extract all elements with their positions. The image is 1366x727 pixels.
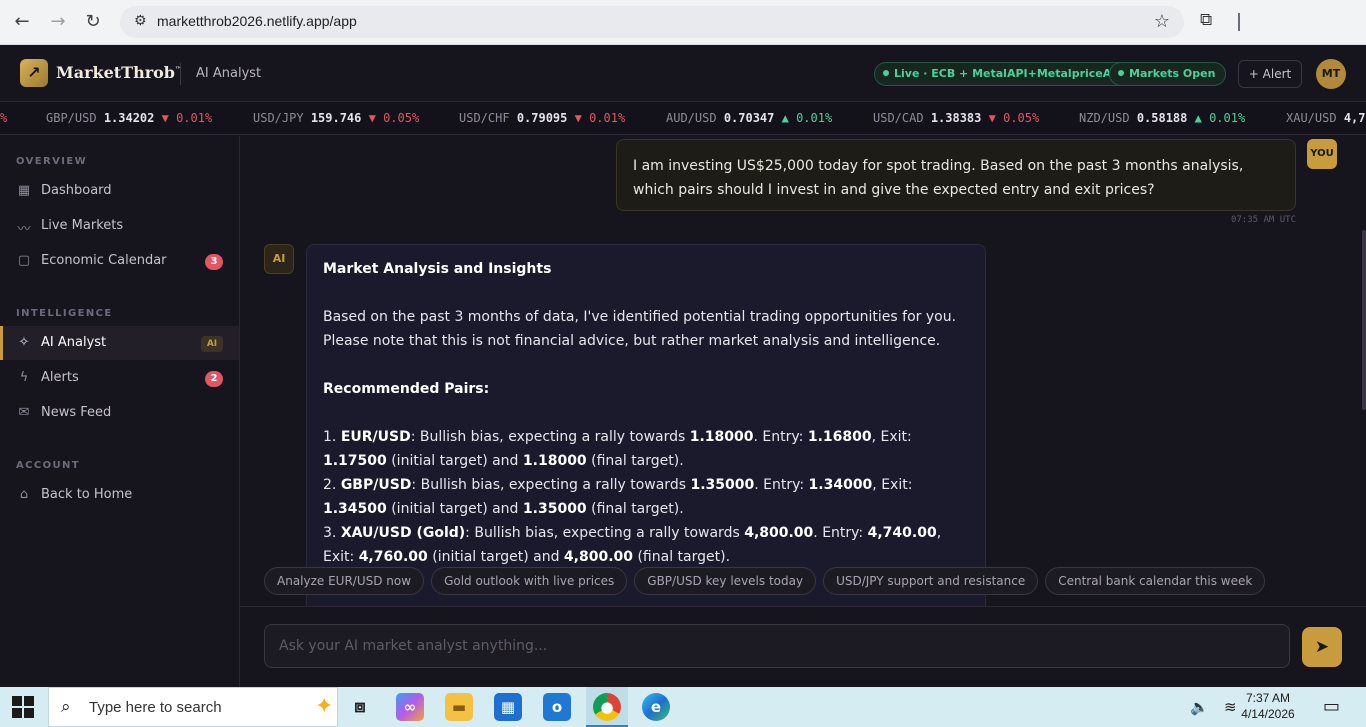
chrome-icon[interactable]: ●: [593, 693, 621, 721]
search-highlight-sparkle-icon: ✦: [315, 694, 334, 719]
calendar-icon: ▢: [17, 253, 31, 268]
suggestion-chips: Analyze EUR/USD now Gold outlook with liv…: [264, 567, 1272, 595]
ticker-item: USD/CHF 0.79095 ▼ 0.01%: [459, 111, 626, 125]
chat-thread[interactable]: I am investing US$25,000 today for spot …: [240, 136, 1366, 606]
live-status-badge: Live · ECB + MetalAPI+MetalpriceAPI: [874, 62, 1135, 86]
sidebar-item-alerts[interactable]: ϟ Alerts 2: [0, 361, 239, 395]
ticker-item: AUD/USD 0.70347 ▲ 0.01%: [666, 111, 833, 125]
app-header: ↗ MarketThrob™ AI Analyst Live · ECB + M…: [0, 46, 1366, 102]
sparkle-icon: ✧: [18, 335, 30, 350]
message-timestamp: 07:35 AM UTC: [1230, 215, 1296, 225]
ticker-item: %: [0, 111, 8, 125]
notification-icon[interactable]: ▭: [1323, 696, 1340, 717]
back-arrow-icon[interactable]: ←: [10, 10, 34, 34]
count-badge: 2: [205, 371, 223, 387]
header-divider: [180, 63, 181, 85]
browser-toolbar: ← → ↻ ⚙ marketthrob2026.netlify.app/app …: [0, 0, 1366, 45]
copilot-icon[interactable]: ∞: [396, 693, 424, 721]
user-badge: YOU: [1307, 139, 1337, 169]
ticker-item: GBP/USD 1.34202 ▼ 0.01%: [46, 111, 213, 125]
taskbar-search[interactable]: ⌕ Type here to search ✦: [48, 687, 338, 727]
extensions-icon[interactable]: ⧉: [1200, 10, 1212, 30]
recommendation-item: 2. GBP/USD: Bullish bias, expecting a ra…: [323, 477, 913, 517]
suggestion-chip[interactable]: Analyze EUR/USD now: [264, 567, 425, 595]
logo-chart-icon[interactable]: ↗: [20, 59, 48, 87]
recommendation-item: 3. XAU/USD (Gold): Bullish bias, expecti…: [323, 525, 942, 565]
ticker-item: USD/CAD 1.38383 ▼ 0.05%: [873, 111, 1040, 125]
search-icon: ⌕: [61, 697, 71, 717]
clock-time: 7:37 AM: [1245, 691, 1291, 705]
site-settings-icon[interactable]: ⚙: [134, 13, 147, 29]
windows-taskbar: ⌕ Type here to search ✦ ⧈ ∞ ▬ ▦ o ● e 🔈 …: [0, 687, 1366, 727]
ticker-item: XAU/USD 4,7: [1286, 111, 1366, 125]
suggestion-chip[interactable]: Central bank calendar this week: [1045, 567, 1266, 595]
toolbar-divider: [1238, 13, 1240, 31]
trend-line-icon: 〰: [17, 222, 31, 237]
sidebar-item-label: AI Analyst: [41, 335, 107, 350]
outlook-icon[interactable]: o: [543, 693, 571, 721]
ai-message: Market Analysis and Insights Based on th…: [306, 244, 986, 606]
live-dot-icon: [883, 70, 889, 76]
market-status-badge: Markets Open: [1109, 62, 1227, 86]
suggestion-chip[interactable]: Gold outlook with live prices: [431, 567, 628, 595]
sidebar: OVERVIEW ▦ Dashboard 〰 Live Markets ▢ Ec…: [0, 136, 240, 687]
brand-name[interactable]: MarketThrob™: [56, 63, 182, 82]
mail-icon: ✉: [18, 405, 30, 420]
system-clock[interactable]: 7:37 AM 4/14/2026: [1236, 690, 1300, 722]
bookmark-star-icon[interactable]: ☆: [1154, 11, 1170, 32]
sidebar-item-dashboard[interactable]: ▦ Dashboard: [0, 174, 239, 208]
clock-date: 4/14/2026: [1241, 707, 1295, 721]
price-ticker: % GBP/USD 1.34202 ▼ 0.01% USD/JPY 159.74…: [0, 102, 1366, 135]
section-label-account: ACCOUNT: [16, 460, 81, 471]
add-alert-button[interactable]: + Alert: [1238, 60, 1302, 88]
address-bar[interactable]: ⚙ marketthrob2026.netlify.app/app ☆: [120, 6, 1184, 38]
sidebar-item-live-markets[interactable]: 〰 Live Markets: [0, 209, 239, 243]
sidebar-item-label: Back to Home: [41, 487, 133, 502]
send-button[interactable]: ➤: [1302, 627, 1342, 667]
sidebar-item-label: News Feed: [41, 405, 112, 420]
home-icon: ⌂: [19, 487, 29, 502]
url-text[interactable]: marketthrob2026.netlify.app/app: [157, 13, 357, 29]
edge-icon[interactable]: e: [642, 693, 670, 721]
sidebar-item-label: Live Markets: [41, 218, 124, 233]
section-label-intelligence: INTELLIGENCE: [16, 308, 113, 319]
page-title: AI Analyst: [196, 66, 262, 81]
forward-arrow-icon[interactable]: →: [46, 10, 70, 34]
ai-intro-text: Based on the past 3 months of data, I've…: [323, 309, 957, 349]
file-explorer-icon[interactable]: ▬: [445, 693, 473, 721]
sidebar-item-label: Dashboard: [41, 183, 112, 198]
task-view-icon[interactable]: ⧈: [346, 693, 374, 721]
ai-badge: AI: [264, 244, 294, 274]
microsoft-store-icon[interactable]: ▦: [494, 693, 522, 721]
volume-icon[interactable]: 🔈: [1190, 698, 1209, 716]
ai-response-title: Market Analysis and Insights: [323, 261, 552, 277]
wifi-icon[interactable]: ≋: [1224, 698, 1237, 716]
user-message: I am investing US$25,000 today for spot …: [616, 139, 1296, 211]
sidebar-item-news-feed[interactable]: ✉ News Feed: [0, 396, 239, 430]
ticker-item: USD/JPY 159.746 ▼ 0.05%: [253, 111, 420, 125]
recommendation-item: 1. EUR/USD: Bullish bias, expecting a ra…: [323, 429, 912, 469]
user-avatar[interactable]: MT: [1316, 59, 1346, 89]
count-badge: 3: [205, 254, 223, 270]
send-plane-icon: ➤: [1314, 637, 1330, 657]
sidebar-item-economic-calendar[interactable]: ▢ Economic Calendar 3: [0, 244, 239, 278]
windows-start-icon[interactable]: [12, 696, 34, 718]
reload-icon[interactable]: ↻: [81, 10, 105, 34]
bolt-icon: ϟ: [19, 370, 29, 385]
open-dot-icon: [1118, 70, 1124, 76]
ai-tag-badge: AI: [201, 336, 223, 352]
sidebar-item-ai-analyst[interactable]: ✧ AI Analyst AI: [0, 326, 239, 360]
ticker-item: NZD/USD 0.58188 ▲ 0.01%: [1079, 111, 1246, 125]
chat-scrollbar[interactable]: [1362, 230, 1366, 410]
section-label-overview: OVERVIEW: [16, 156, 88, 167]
chat-input[interactable]: [264, 624, 1290, 668]
suggestion-chip[interactable]: GBP/USD key levels today: [634, 567, 817, 595]
taskbar-search-placeholder: Type here to search: [89, 699, 222, 716]
sidebar-item-label: Alerts: [41, 370, 79, 385]
sidebar-item-back-to-home[interactable]: ⌂ Back to Home: [0, 478, 239, 512]
grid-icon: ▦: [17, 183, 31, 198]
ai-section-heading: Recommended Pairs:: [323, 381, 490, 397]
sidebar-item-label: Economic Calendar: [41, 253, 167, 268]
suggestion-chip[interactable]: USD/JPY support and resistance: [823, 567, 1039, 595]
